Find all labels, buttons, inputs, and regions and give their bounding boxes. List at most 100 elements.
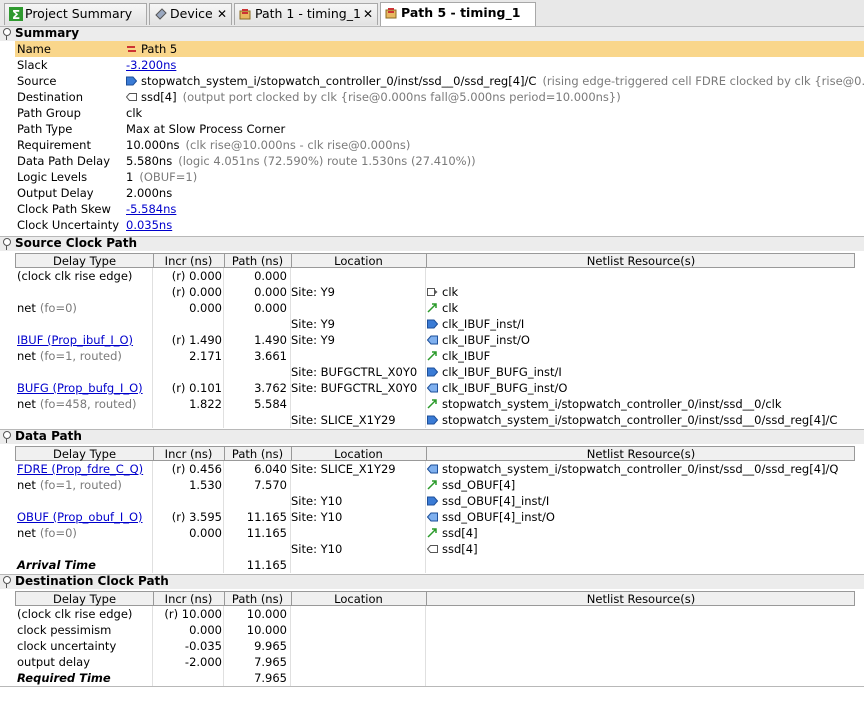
column-header[interactable]: Location — [291, 592, 426, 606]
table-row[interactable]: (clock clk rise edge) (r) 0.000 0.000 — [15, 268, 855, 284]
summary-value-text: 10.000ns — [126, 138, 180, 152]
column-header[interactable]: Delay Type — [16, 447, 153, 461]
pin-icon[interactable] — [3, 28, 11, 40]
column-header[interactable]: Incr (ns) — [153, 447, 224, 461]
tab-device[interactable]: Device ✕ — [149, 3, 232, 25]
column-header[interactable]: Netlist Resource(s) — [426, 592, 856, 606]
summary-row[interactable]: Slack -3.200ns — [15, 57, 864, 73]
summary-row[interactable]: Path Group clk — [15, 105, 864, 121]
netlist-resource[interactable]: ssd[4] — [442, 526, 478, 540]
table-row[interactable]: Site: BUFGCTRL_X0Y0 clk_IBUF_BUFG_inst/I — [15, 364, 855, 380]
column-header[interactable]: Incr (ns) — [153, 592, 224, 606]
table-row[interactable]: net (fo=1, routed) 1.530 7.570 ssd_OBUF[4] — [15, 477, 855, 493]
summary-row[interactable]: Output Delay 2.000ns — [15, 185, 864, 201]
column-header[interactable]: Incr (ns) — [153, 254, 224, 268]
close-icon[interactable]: ✕ — [363, 4, 373, 24]
column-header[interactable]: Delay Type — [16, 254, 153, 268]
table-row[interactable]: IBUF (Prop_ibuf_I_O) (r) 1.490 1.490 Site: … — [15, 332, 855, 348]
netlist-resource-cell: clk — [427, 300, 458, 316]
table-row[interactable]: clock pessimism 0.000 10.000 — [15, 622, 855, 638]
summary-value-text[interactable]: -5.584ns — [126, 202, 176, 216]
delay-type[interactable]: OBUF (Prop_obuf_I_O) — [17, 510, 143, 524]
table-row[interactable]: net (fo=0) 0.000 0.000 clk — [15, 300, 855, 316]
table-row[interactable]: net (fo=0) 0.000 11.165 ssd[4] — [15, 525, 855, 541]
table-row[interactable]: (r) 0.000 0.000 Site: Y9 clk — [15, 284, 855, 300]
delay-type-cell[interactable]: IBUF (Prop_ibuf_I_O) — [17, 332, 133, 348]
dest-clock-section-header[interactable]: Destination Clock Path — [0, 574, 864, 589]
table-row[interactable]: BUFG (Prop_bufg_I_O) (r) 0.101 3.762 Site: … — [15, 380, 855, 396]
column-header[interactable]: Location — [291, 447, 426, 461]
summary-key: Slack — [17, 58, 48, 72]
summary-row[interactable]: Destination ssd[4] (output port clocked by… — [15, 89, 864, 105]
source-clock-section-header[interactable]: Source Clock Path — [0, 236, 864, 251]
column-header[interactable]: Path (ns) — [224, 592, 291, 606]
column-header[interactable]: Netlist Resource(s) — [426, 447, 856, 461]
table-row[interactable]: output delay -2.000 7.965 — [15, 654, 855, 670]
table-row[interactable]: net (fo=458, routed) 1.822 5.584 stopwatch_s… — [15, 396, 855, 412]
netlist-resource[interactable]: ssd_OBUF[4]_inst/I — [442, 494, 549, 508]
summary-row[interactable]: Path Type Max at Slow Process Corner — [15, 121, 864, 137]
netlist-resource[interactable]: stopwatch_system_i/stopwatch_controller_… — [442, 397, 782, 411]
table-row[interactable]: Required Time 7.965 — [15, 670, 855, 686]
summary-row[interactable]: Clock Path Skew -5.584ns — [15, 201, 864, 217]
summary-row[interactable]: Data Path Delay 5.580ns (logic 4.051ns (72… — [15, 153, 864, 169]
netlist-resource[interactable]: clk_IBUF_BUFG_inst/I — [442, 365, 562, 379]
netlist-resource[interactable]: clk_IBUF — [442, 349, 490, 363]
netlist-resource[interactable]: clk_IBUF_inst/I — [442, 317, 524, 331]
table-row[interactable]: Site: SLICE_X1Y29 stopwatch_system_i/stop… — [15, 412, 855, 428]
netlist-resource[interactable]: stopwatch_system_i/stopwatch_controller_… — [442, 413, 837, 427]
summary-row[interactable]: Clock Uncertainty 0.035ns — [15, 217, 864, 233]
table-row[interactable]: net (fo=1, routed) 2.171 3.661 clk_IBUF — [15, 348, 855, 364]
delay-type-cell[interactable]: BUFG (Prop_bufg_I_O) — [17, 380, 143, 396]
summary-row[interactable]: Name Path 5 — [15, 41, 864, 57]
column-header[interactable]: Delay Type — [16, 592, 153, 606]
delay-type-cell: net (fo=458, routed) — [17, 396, 137, 412]
data-path-section-header[interactable]: Data Path — [0, 429, 864, 444]
table-row[interactable]: clock uncertainty -0.035 9.965 — [15, 638, 855, 654]
column-header[interactable]: Netlist Resource(s) — [426, 254, 856, 268]
table-row[interactable]: OBUF (Prop_obuf_I_O) (r) 3.595 11.165 Site:… — [15, 509, 855, 525]
summary-value-text[interactable]: 0.035ns — [126, 218, 172, 232]
netlist-resource[interactable]: ssd_OBUF[4]_inst/O — [442, 510, 555, 524]
delay-type-cell[interactable]: OBUF (Prop_obuf_I_O) — [17, 509, 143, 525]
table-row[interactable]: (clock clk rise edge) (r) 10.000 10.000 — [15, 606, 855, 622]
table-row[interactable]: Site: Y9 clk_IBUF_inst/I — [15, 316, 855, 332]
tab-path-1[interactable]: Path 1 - timing_1 ✕ — [234, 3, 378, 25]
netlist-resource[interactable]: stopwatch_system_i/stopwatch_controller_… — [442, 462, 838, 476]
delay-type[interactable]: FDRE (Prop_fdre_C_Q) — [17, 462, 143, 476]
summary-value: 1 (OBUF=1) — [126, 169, 197, 185]
delay-type[interactable]: BUFG (Prop_bufg_I_O) — [17, 381, 143, 395]
column-header[interactable]: Path (ns) — [224, 447, 291, 461]
pin-icon[interactable] — [3, 576, 11, 588]
netlist-resource[interactable]: ssd_OBUF[4] — [442, 478, 515, 492]
column-header[interactable]: Location — [291, 254, 426, 268]
tab-project-summary[interactable]: Σ Project Summary — [4, 3, 147, 25]
location-cell: Site: BUFGCTRL_X0Y0 — [291, 365, 418, 379]
netlist-resource[interactable]: ssd[4] — [442, 542, 478, 556]
summary-value-text[interactable]: -3.200ns — [126, 58, 176, 72]
summary-row[interactable]: Source stopwatch_system_i/stopwatch_contr… — [15, 73, 864, 89]
summary-key: Source — [17, 74, 57, 88]
table-row[interactable]: Site: Y10 ssd[4] — [15, 541, 855, 557]
netlist-resource[interactable]: clk — [442, 301, 458, 315]
column-header[interactable]: Path (ns) — [224, 254, 291, 268]
delay-type-cell: Arrival Time — [17, 557, 96, 573]
table-row[interactable]: Arrival Time 11.165 — [15, 557, 855, 573]
table-row[interactable]: FDRE (Prop_fdre_C_Q) (r) 0.456 6.040 Site: … — [15, 461, 855, 477]
summary-note: (logic 4.051ns (72.590%) route 1.530ns (… — [178, 154, 476, 168]
pin-icon[interactable] — [3, 431, 11, 443]
delay-type[interactable]: IBUF (Prop_ibuf_I_O) — [17, 333, 133, 347]
summary-key: Path Group — [17, 106, 81, 120]
netlist-resource[interactable]: clk — [442, 285, 458, 299]
tab-path-5[interactable]: Path 5 - timing_1 — [380, 2, 536, 26]
pin-icon[interactable] — [3, 238, 11, 250]
summary-row[interactable]: Requirement 10.000ns (clk rise@10.000ns - … — [15, 137, 864, 153]
path-cell: 6.040 — [254, 462, 287, 476]
delay-type-cell[interactable]: FDRE (Prop_fdre_C_Q) — [17, 461, 143, 477]
table-row[interactable]: Site: Y10 ssd_OBUF[4]_inst/I — [15, 493, 855, 509]
netlist-resource[interactable]: clk_IBUF_inst/O — [442, 333, 530, 347]
close-icon[interactable]: ✕ — [217, 4, 227, 24]
summary-row[interactable]: Logic Levels 1 (OBUF=1) — [15, 169, 864, 185]
summary-section-header[interactable]: Summary — [0, 26, 864, 41]
netlist-resource[interactable]: clk_IBUF_BUFG_inst/O — [442, 381, 567, 395]
